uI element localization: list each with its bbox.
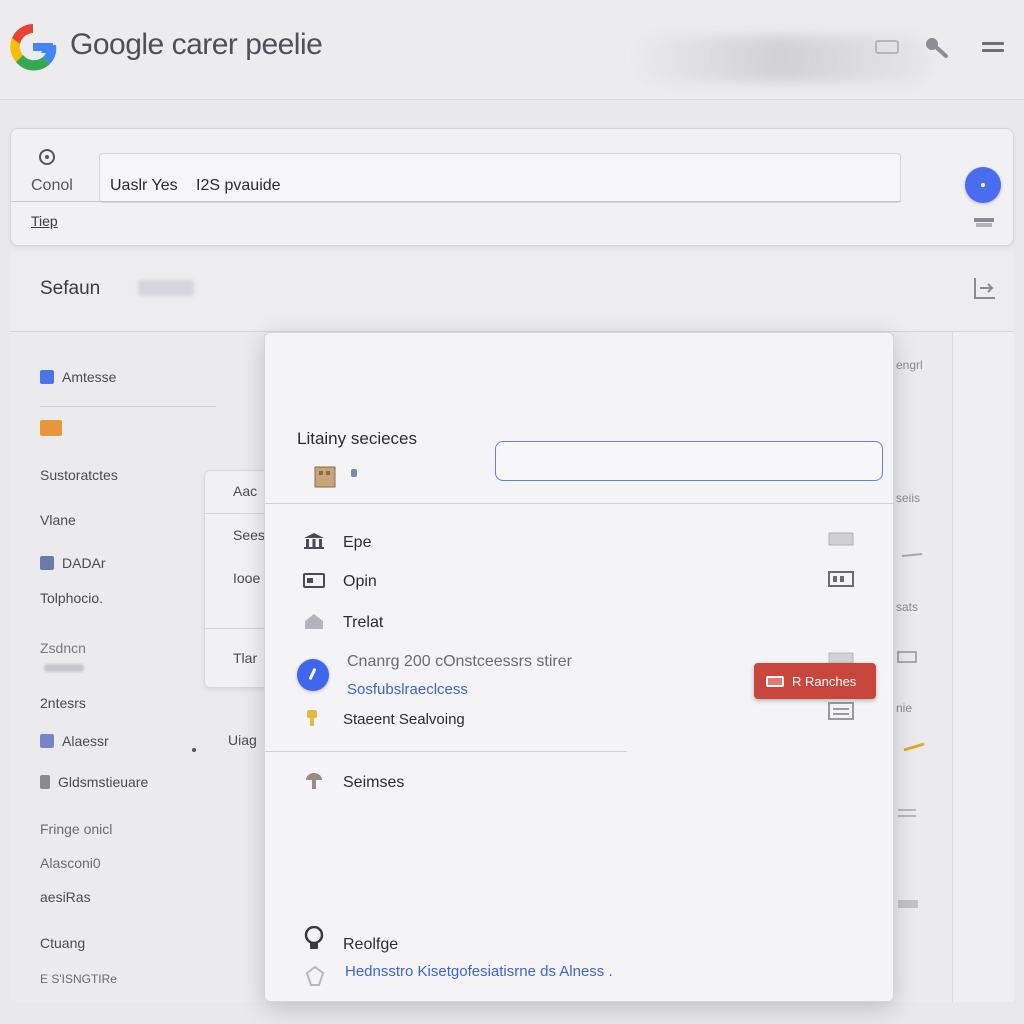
dialog-row-opin[interactable]: Opin <box>303 571 377 591</box>
building-icon <box>314 466 357 488</box>
dialog-link-subscribe[interactable]: Sosfubslraeclcess <box>347 681 468 698</box>
sidebar-blur <box>44 664 84 672</box>
sidebar-item-13[interactable]: Ctuang <box>40 935 85 951</box>
badge-icon <box>305 965 325 986</box>
orange-tag-icon <box>40 420 62 436</box>
key-icon[interactable] <box>924 36 950 58</box>
sidebar-item-11[interactable]: Alasconi0 <box>40 855 101 871</box>
dialog-help-link[interactable]: Hednsstro Kisetgofesiatisrne ds Alness . <box>345 963 613 980</box>
mushroom-icon <box>306 773 322 789</box>
ghost-item-0[interactable]: Aac <box>233 483 257 499</box>
section-title: Sefaun <box>40 278 101 299</box>
card-icon <box>303 573 325 588</box>
menu-icon[interactable] <box>980 36 1006 58</box>
list-box-icon <box>828 702 854 720</box>
doc-icon <box>40 775 50 789</box>
tray-icon <box>898 900 918 908</box>
dialog-status-text: Cnanrg 200 cOnstceessrs stirer <box>347 653 572 670</box>
app-bar: Google carer peelie <box>0 0 1024 100</box>
calendar-icon <box>828 571 854 587</box>
ghost-item-1[interactable]: Sees <box>233 527 265 543</box>
ghost-side-label: Uiag <box>228 732 257 748</box>
bullet-dot <box>192 748 196 752</box>
sidebar-item-8[interactable]: Alaessr <box>40 733 109 749</box>
bank-icon <box>304 533 324 549</box>
search-value-a: Uaslr Yes <box>110 177 178 194</box>
sidebar-item-4[interactable]: DADAr <box>40 555 106 571</box>
dialog-row-services[interactable]: Seimses <box>303 772 404 792</box>
search-card: Conol Uaslr Yes I2S pvauide Tiep <box>10 128 1014 246</box>
lines-icon <box>898 809 916 817</box>
search-left-label: Conol <box>31 177 73 194</box>
sidebar-item-14[interactable]: E S'ISNGTIRe <box>40 972 117 986</box>
sidebar-item-2[interactable]: Sustoratctes <box>40 467 118 483</box>
app-title: Google carer peelie <box>70 28 323 61</box>
window-icon[interactable] <box>874 36 900 58</box>
search-secondary-link[interactable]: Tiep <box>31 213 58 229</box>
person-icon <box>40 556 54 570</box>
dialog-search-input[interactable] <box>495 441 883 481</box>
ghost-item-2[interactable]: Iooe <box>233 570 260 586</box>
image-icon <box>40 734 54 748</box>
sidebar-item-3[interactable]: Vlane <box>40 512 76 528</box>
dialog-row-key[interactable]: Staeent Sealvoing <box>303 709 465 728</box>
search-submit-button[interactable] <box>965 167 1001 203</box>
dialog-divider <box>265 503 895 504</box>
bulb-icon <box>304 926 324 949</box>
key-icon <box>307 710 317 726</box>
sidebar-item-5[interactable]: Tolphocio. <box>40 590 103 606</box>
section-header: Sefaun <box>10 252 1014 332</box>
ghost-item-3[interactable]: Tlar <box>233 650 257 666</box>
home-icon <box>305 614 323 629</box>
sidebar-item-0[interactable]: Amtesse <box>40 369 116 385</box>
right-label-2: sats <box>896 600 919 614</box>
search-value-b: I2S pvauide <box>196 177 281 194</box>
yellow-arrow-icon <box>903 742 925 752</box>
edit-fab-button[interactable] <box>297 659 329 691</box>
sidebar-item-10[interactable]: Fringe onicl <box>40 821 112 837</box>
dialog-row-reolfge[interactable]: Reolfge <box>303 926 398 954</box>
dialog-row-epe[interactable]: Epe <box>303 532 371 552</box>
tray-icon[interactable] <box>973 215 995 229</box>
arrow-icon <box>901 553 923 557</box>
right-label-3: nie <box>896 701 913 715</box>
ranches-button[interactable]: R Ranches <box>754 663 876 699</box>
sidebar-item-7[interactable]: 2ntesrs <box>40 695 86 711</box>
dialog-divider <box>265 751 627 752</box>
sidebar-item-1[interactable] <box>40 420 70 437</box>
section-chip <box>138 280 194 296</box>
clock-icon <box>39 149 55 165</box>
sidebar-item-9[interactable]: Gldsmstieuare <box>40 774 148 790</box>
dialog-row-trelat[interactable]: Trelat <box>303 612 383 632</box>
ticket-icon <box>766 675 784 687</box>
google-logo-icon[interactable] <box>6 20 60 74</box>
right-label-0: engrl <box>896 358 923 372</box>
sidebar-divider <box>40 406 216 407</box>
card-stack-icon <box>828 532 854 546</box>
right-column <box>952 332 1014 1002</box>
search-divider <box>11 201 901 202</box>
sidebar-item-6[interactable]: Zsdncn <box>40 640 86 656</box>
export-icon[interactable] <box>972 276 998 300</box>
search-input[interactable]: Uaslr Yes I2S pvauide <box>99 153 901 203</box>
folder-blue-icon <box>40 370 54 384</box>
right-label-1: seiis <box>896 491 921 505</box>
sidebar-item-12[interactable]: aesiRas <box>40 889 91 905</box>
dialog-heading: Litainy secieces <box>297 429 418 448</box>
grid-icon <box>897 651 917 663</box>
